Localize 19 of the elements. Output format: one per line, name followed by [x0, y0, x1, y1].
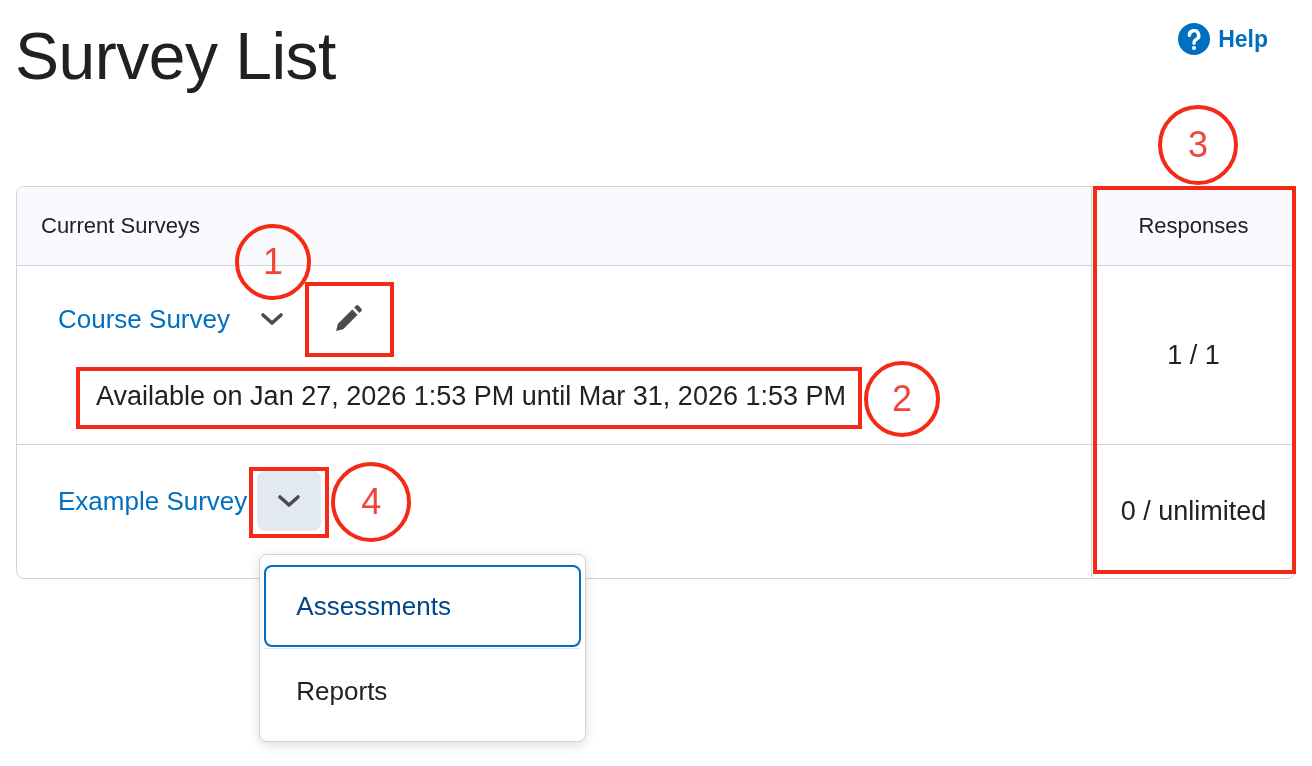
help-link[interactable]: Help: [1178, 23, 1268, 55]
page-title: Survey List: [15, 18, 336, 95]
survey-link[interactable]: Course Survey: [58, 303, 230, 335]
column-header: Responses: [1091, 187, 1295, 266]
help-icon: [1178, 23, 1211, 55]
chevron-down-icon: [259, 312, 284, 326]
dropdown-button[interactable]: [258, 311, 285, 327]
dropdown-button[interactable]: [257, 471, 322, 531]
response-count: 0 / unlimited: [1120, 496, 1267, 527]
availability-text: Available on Jan 27, 2026 1:53 PM until Mar 31, 2026 1:53 PM: [96, 381, 846, 411]
menu-item[interactable]: Reports: [264, 650, 582, 732]
survey-link[interactable]: Example Survey: [58, 485, 248, 517]
annotation-number: 1: [234, 224, 311, 300]
annotation-number: 2: [864, 361, 940, 437]
menu-item[interactable]: Assessments: [264, 565, 582, 647]
annotation-number: 4: [331, 462, 412, 542]
annotation-number: 3: [1158, 105, 1238, 185]
chevron-down-icon: [277, 494, 302, 508]
response-count: 1 / 1: [1167, 339, 1220, 371]
